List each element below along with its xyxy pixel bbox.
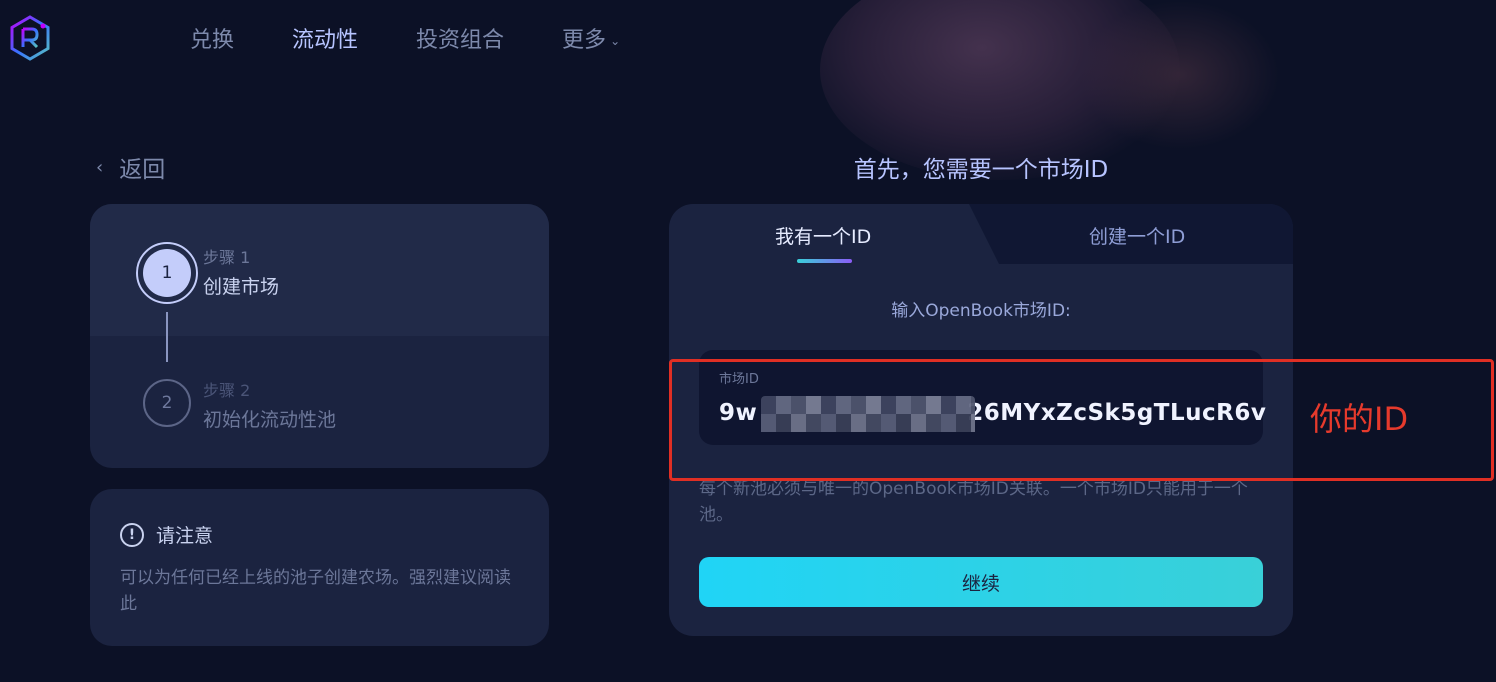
back-label: 返回 bbox=[119, 157, 166, 183]
continue-button[interactable]: 继续 bbox=[699, 557, 1263, 607]
step-1-indicator: 1 bbox=[136, 242, 198, 304]
raydium-logo-icon[interactable] bbox=[8, 14, 52, 62]
notice-header: ! 请注意 bbox=[120, 521, 213, 548]
step-1-label: 步骤 1 bbox=[203, 248, 251, 267]
step-connector bbox=[166, 312, 168, 362]
page-title: 首先，您需要一个市场ID bbox=[853, 157, 1109, 183]
tab-have-id[interactable]: 我有一个ID bbox=[775, 222, 871, 249]
tab-bar: 我有一个ID 创建一个ID bbox=[669, 204, 1293, 264]
nav-liquidity[interactable]: 流动性 bbox=[292, 22, 358, 54]
step-2-title: 初始化流动性池 bbox=[203, 409, 337, 431]
notice-title: 请注意 bbox=[156, 525, 214, 547]
nav-portfolio[interactable]: 投资组合 bbox=[416, 22, 504, 54]
nav-swap[interactable]: 兑换 bbox=[190, 22, 234, 54]
input-label: 输入OpenBook市场ID: bbox=[891, 301, 1071, 321]
background-glow-secondary bbox=[1080, 0, 1280, 150]
back-button[interactable]: ‹ 返回 bbox=[96, 150, 165, 184]
chevron-left-icon: ‹ bbox=[96, 156, 104, 178]
step-1-number: 1 bbox=[143, 249, 191, 297]
main-nav: 兑换 流动性 投资组合 更多 ⌄ bbox=[190, 22, 620, 54]
nav-more-label: 更多 bbox=[562, 28, 607, 53]
step-2-number: 2 bbox=[143, 379, 191, 427]
steps-card: 1 步骤 1 创建市场 2 步骤 2 初始化流动性池 bbox=[90, 204, 549, 468]
chevron-down-icon: ⌄ bbox=[610, 34, 621, 48]
notice-text: 可以为任何已经上线的池子创建农场。强烈建议阅读此 bbox=[120, 568, 511, 614]
step-2-label: 步骤 2 bbox=[203, 381, 251, 400]
step-1-title: 创建市场 bbox=[203, 276, 280, 298]
help-text: 每个新池必须与唯一的OpenBook市场ID关联。一个市场ID只能用于一个池。 bbox=[699, 479, 1248, 525]
notice-card: ! 请注意 可以为任何已经上线的池子创建农场。强烈建议阅读此 bbox=[90, 489, 549, 646]
exclamation-icon: ! bbox=[120, 522, 144, 547]
tab-create-id[interactable]: 创建一个ID bbox=[1089, 222, 1185, 249]
nav-more[interactable]: 更多 ⌄ bbox=[562, 22, 620, 54]
annotation-label: 你的ID bbox=[1310, 400, 1409, 438]
active-tab-indicator bbox=[797, 259, 852, 263]
